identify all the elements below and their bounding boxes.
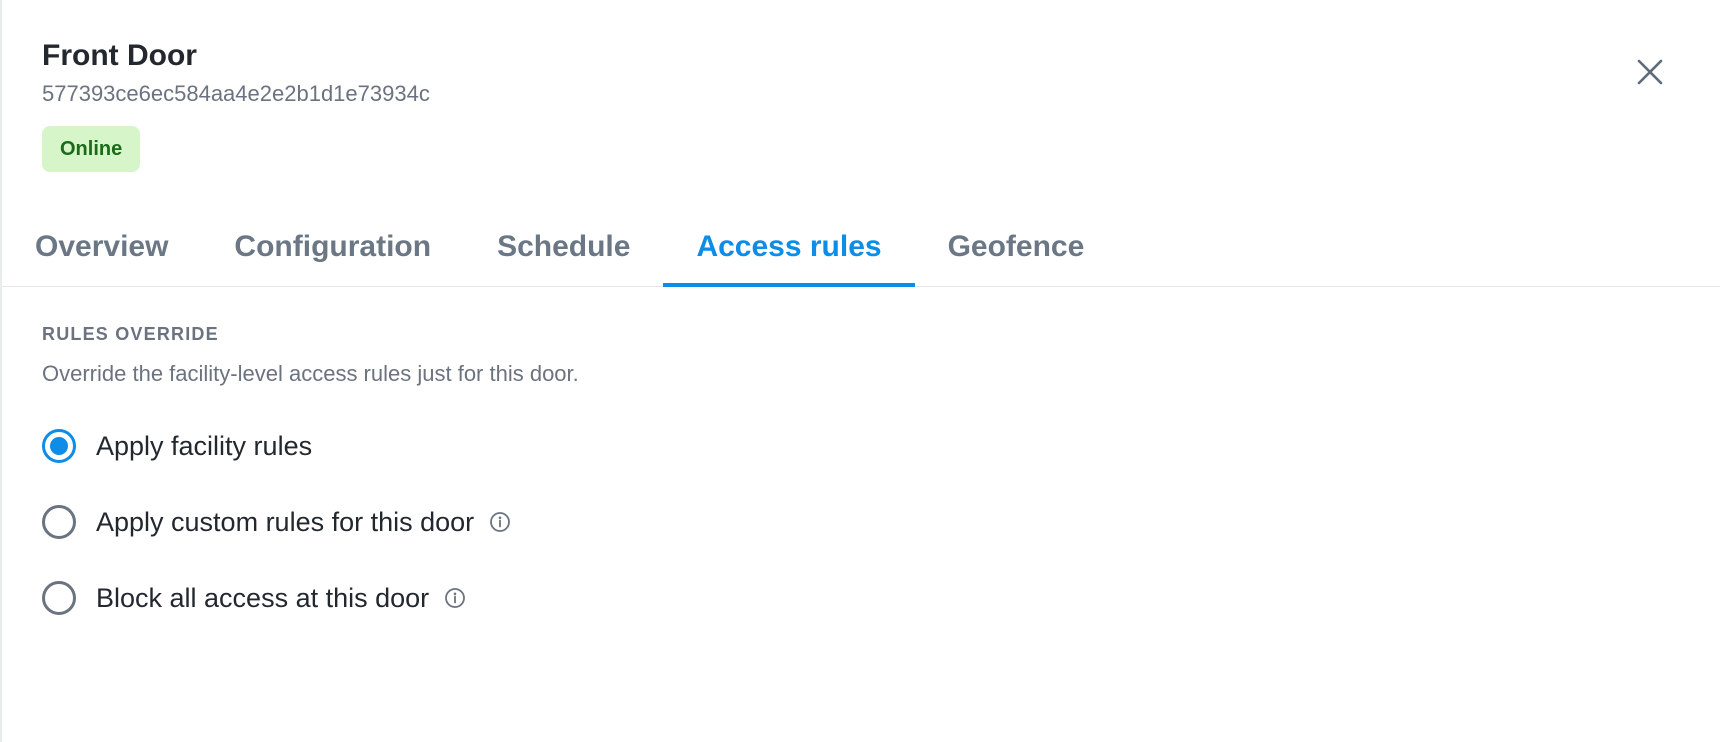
tab-configuration[interactable]: Configuration	[201, 216, 464, 286]
radio-button[interactable]	[42, 505, 76, 539]
door-details-panel: Front Door 577393ce6ec584aa4e2e2b1d1e739…	[0, 0, 1720, 742]
option-apply-custom-rules[interactable]: Apply custom rules for this door	[42, 494, 1680, 550]
option-label: Block all access at this door	[96, 583, 430, 613]
access-rules-section: RULES OVERRIDE Override the facility-lev…	[42, 322, 1680, 646]
radio-button-checked[interactable]	[42, 429, 76, 463]
page-title: Front Door	[42, 39, 197, 72]
info-icon[interactable]	[443, 586, 467, 610]
option-label: Apply custom rules for this door	[96, 507, 475, 537]
option-label: Apply facility rules	[96, 431, 313, 461]
tab-access-rules[interactable]: Access rules	[663, 216, 915, 287]
tab-geofence[interactable]: Geofence	[915, 216, 1118, 286]
radio-button[interactable]	[42, 581, 76, 615]
section-heading: RULES OVERRIDE	[42, 324, 219, 344]
option-apply-facility-rules[interactable]: Apply facility rules	[42, 418, 1680, 474]
tab-overview[interactable]: Overview	[2, 216, 201, 286]
info-icon[interactable]	[488, 510, 512, 534]
option-block-all-access[interactable]: Block all access at this door	[42, 570, 1680, 626]
close-button[interactable]	[1630, 52, 1670, 92]
header: Front Door 577393ce6ec584aa4e2e2b1d1e739…	[42, 36, 430, 172]
status-badge: Online	[42, 126, 141, 172]
close-icon	[1637, 59, 1663, 85]
tab-bar: Overview Configuration Schedule Access r…	[2, 216, 1720, 287]
tab-schedule[interactable]: Schedule	[464, 216, 663, 286]
rules-radio-group: Apply facility rules Apply custom rules …	[42, 418, 1680, 626]
device-id: 577393ce6ec584aa4e2e2b1d1e73934c	[42, 81, 430, 106]
section-description: Override the facility-level access rules…	[42, 361, 579, 386]
